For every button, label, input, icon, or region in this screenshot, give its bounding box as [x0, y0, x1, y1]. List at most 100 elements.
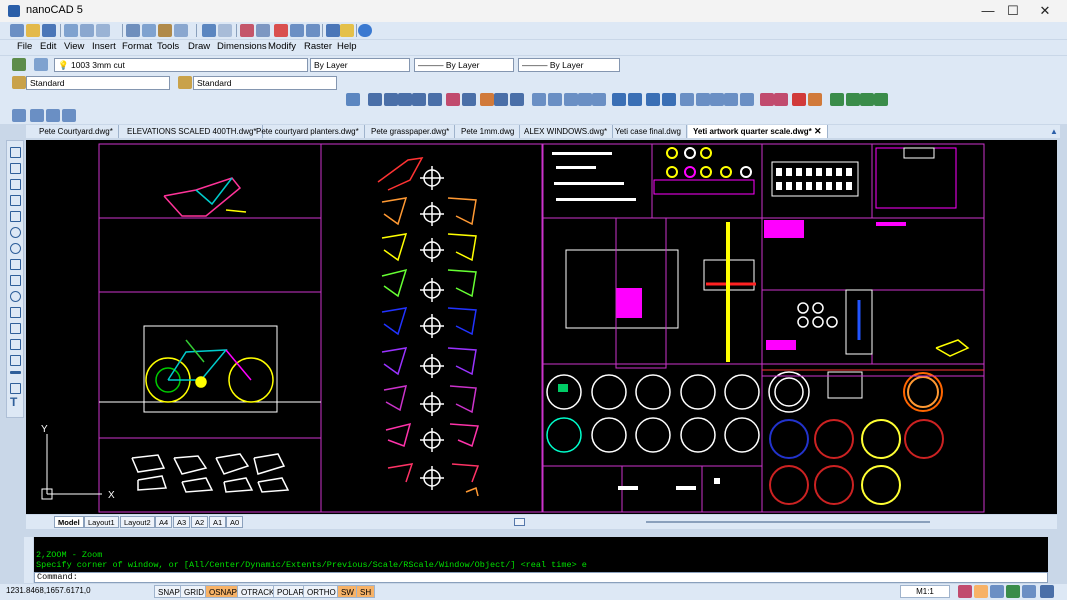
break-icon[interactable]: [710, 93, 724, 106]
doc-tab[interactable]: Pete courtyard planters.dwg*: [251, 125, 365, 138]
polygon-icon[interactable]: [10, 195, 21, 206]
polyline-icon[interactable]: [10, 179, 21, 190]
block-insert-icon[interactable]: [830, 93, 844, 106]
layer-isolate-icon[interactable]: [30, 109, 44, 122]
explode-icon[interactable]: [774, 93, 788, 106]
layout-tab[interactable]: A0: [226, 516, 244, 528]
text-style-icon[interactable]: [12, 76, 26, 89]
zoom-window-icon[interactable]: [274, 24, 288, 37]
table-icon[interactable]: [10, 383, 21, 394]
layer-match-icon[interactable]: [46, 109, 60, 122]
block-edit-icon[interactable]: [846, 93, 860, 106]
doc-tab-active[interactable]: Yeti artwork quarter scale.dwg* ✕: [688, 125, 828, 138]
construction-line-icon[interactable]: [10, 163, 21, 174]
dimension-baseline-icon[interactable]: [428, 93, 442, 106]
horizontal-scroll-toggle[interactable]: [514, 518, 525, 526]
draw-order-icon[interactable]: [792, 93, 806, 106]
menu-draw[interactable]: Draw: [188, 41, 210, 52]
menu-raster[interactable]: Raster: [304, 41, 332, 52]
drawing-canvas[interactable]: Y X: [26, 140, 1057, 514]
scale-dropdown[interactable]: M1:1: [900, 585, 950, 598]
mirror-icon[interactable]: [564, 93, 578, 106]
horizontal-scrollbar[interactable]: [646, 521, 930, 523]
group-icon[interactable]: [808, 93, 822, 106]
dimension-linear-icon[interactable]: [368, 93, 382, 106]
save-icon[interactable]: [42, 24, 56, 37]
undo-icon[interactable]: [202, 24, 216, 37]
ortho-toggle[interactable]: ORTHO: [303, 585, 340, 598]
menu-edit[interactable]: Edit: [40, 41, 56, 52]
close-tab-icon[interactable]: ✕: [814, 126, 822, 136]
layer-previous-icon[interactable]: [34, 58, 48, 71]
text-style-dropdown[interactable]: Standard: [26, 76, 170, 90]
line-icon[interactable]: [10, 147, 21, 158]
make-block-icon[interactable]: [10, 323, 21, 334]
layout-tab[interactable]: A1: [209, 516, 227, 528]
zoom-realtime-icon[interactable]: [256, 24, 270, 37]
layout-tab-model[interactable]: Model: [54, 516, 84, 528]
menu-tools[interactable]: Tools: [157, 41, 179, 52]
circle-icon[interactable]: [10, 243, 21, 254]
image-attach-icon[interactable]: [874, 93, 888, 106]
dim-style-icon[interactable]: [178, 76, 192, 89]
move-icon[interactable]: [612, 93, 626, 106]
layer-dropdown[interactable]: 💡 1003 3mm cut: [54, 58, 308, 72]
multiline-text-icon[interactable]: T: [10, 395, 17, 409]
grid-toggle[interactable]: GRID: [180, 585, 208, 598]
dimension-aligned-icon[interactable]: [384, 93, 398, 106]
layer-off-icon[interactable]: [62, 109, 76, 122]
properties-icon[interactable]: [340, 24, 354, 37]
leader-icon[interactable]: [446, 93, 460, 106]
cut-icon[interactable]: [126, 24, 140, 37]
dimension-update-icon[interactable]: [510, 93, 524, 106]
revision-cloud-icon[interactable]: [10, 259, 21, 270]
scale-icon[interactable]: [646, 93, 660, 106]
layout-tab[interactable]: A2: [191, 516, 209, 528]
stretch-icon[interactable]: [662, 93, 676, 106]
array-icon[interactable]: [592, 93, 606, 106]
help-icon[interactable]: [358, 24, 372, 37]
hatch-icon[interactable]: [10, 339, 21, 350]
ellipse-icon[interactable]: [10, 291, 21, 302]
doc-tab[interactable]: ALEX WINDOWS.dwg*: [519, 125, 614, 138]
center-mark-icon[interactable]: [480, 93, 494, 106]
settings-status-icon[interactable]: [1040, 585, 1054, 598]
doc-tab[interactable]: ELEVATIONS SCALED 400TH.dwg*: [122, 125, 263, 138]
offset-icon[interactable]: [578, 93, 592, 106]
distance-icon[interactable]: [326, 24, 340, 37]
sw-toggle[interactable]: SW: [337, 585, 358, 598]
select-icon[interactable]: [346, 93, 360, 106]
doc-tab[interactable]: Yeti case final.dwg: [610, 125, 687, 138]
doc-tab[interactable]: Pete grasspaper.dwg*: [366, 125, 456, 138]
print-preview-icon[interactable]: [80, 24, 94, 37]
menu-file[interactable]: File: [17, 41, 32, 52]
dim-style-dropdown[interactable]: Standard: [193, 76, 337, 90]
layer-freeze-icon[interactable]: [12, 109, 26, 122]
paste-icon[interactable]: [158, 24, 172, 37]
zoom-window-status-icon[interactable]: [958, 585, 972, 598]
doc-tab[interactable]: Pete Courtyard.dwg*: [34, 125, 119, 138]
layout-tab[interactable]: Layout2: [120, 516, 155, 528]
menu-view[interactable]: View: [64, 41, 84, 52]
copy-object-icon[interactable]: [548, 93, 562, 106]
erase-icon[interactable]: [532, 93, 546, 106]
dimension-edit-icon[interactable]: [494, 93, 508, 106]
insert-block-icon[interactable]: [10, 307, 21, 318]
menu-help[interactable]: Help: [337, 41, 357, 52]
menu-dimensions[interactable]: Dimensions: [217, 41, 267, 52]
arc-icon[interactable]: [10, 227, 21, 238]
tolerance-icon[interactable]: [462, 93, 476, 106]
rotate-icon[interactable]: [628, 93, 642, 106]
color-dropdown[interactable]: By Layer: [310, 58, 410, 72]
menu-format[interactable]: Format: [122, 41, 152, 52]
open-file-icon[interactable]: [26, 24, 40, 37]
pan-icon[interactable]: [240, 24, 254, 37]
zoom-extents-status-icon[interactable]: [990, 585, 1004, 598]
command-window-handle[interactable]: [24, 537, 33, 583]
extend-icon[interactable]: [696, 93, 710, 106]
layout-tab[interactable]: A4: [155, 516, 173, 528]
new-file-icon[interactable]: [10, 24, 24, 37]
publish-icon[interactable]: [96, 24, 110, 37]
command-input[interactable]: Command:: [34, 572, 1048, 583]
lineweight-dropdown[interactable]: ——— By Layer: [518, 58, 620, 72]
